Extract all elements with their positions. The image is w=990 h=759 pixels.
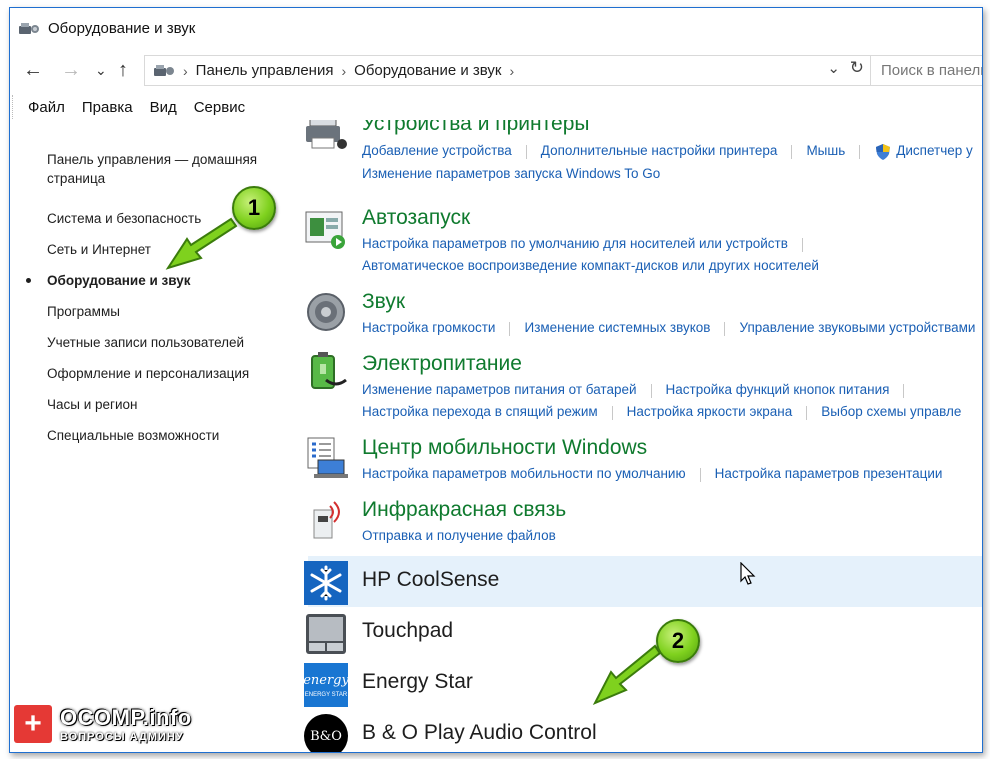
annotation-badge-2: 2: [656, 619, 700, 663]
watermark-title: OCOMP.info: [60, 705, 192, 730]
watermark: + OCOMP.info ВОПРОСЫ АДМИНУ: [14, 700, 192, 748]
mouse-cursor-icon: [740, 562, 756, 585]
annotation-badge-1: 1: [232, 186, 276, 230]
plus-icon: +: [14, 705, 52, 743]
watermark-subtitle: ВОПРОСЫ АДМИНУ: [60, 731, 184, 743]
annotation-arrows: [165, 217, 662, 705]
